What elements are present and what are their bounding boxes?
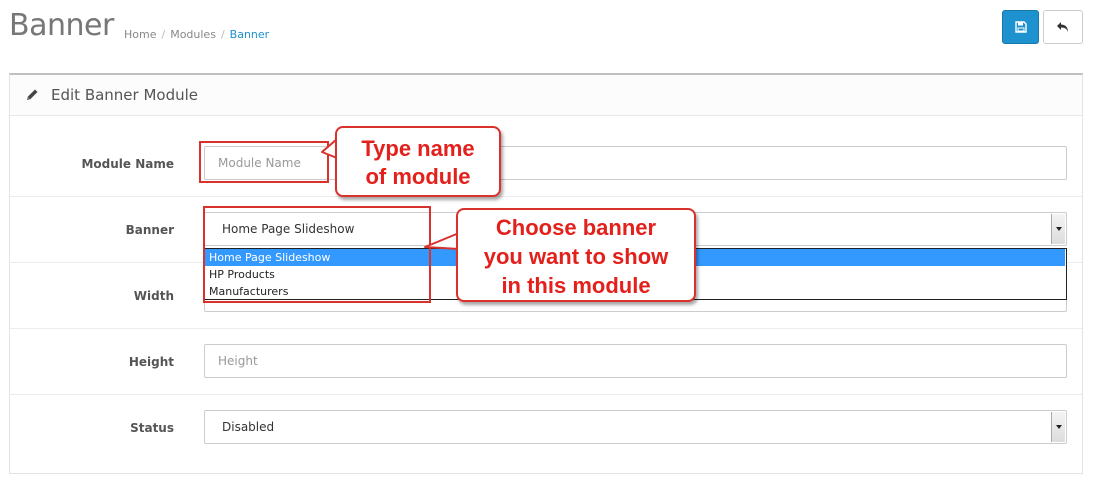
callout-choose-banner: Choose banner you want to show in this m…	[456, 208, 696, 302]
callout-type-name: Type name of module	[335, 126, 501, 197]
